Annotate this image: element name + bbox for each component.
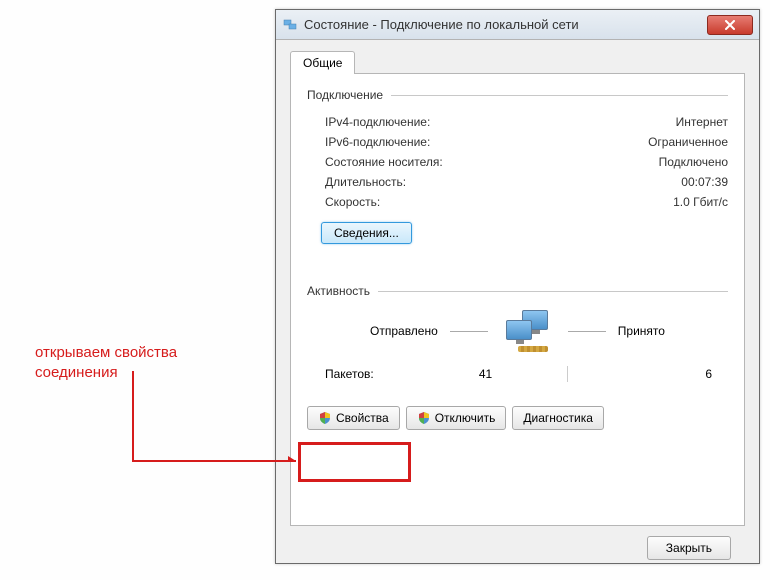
activity-group-title: Активность xyxy=(307,284,378,298)
field-label: Длительность: xyxy=(325,175,406,189)
properties-label: Свойства xyxy=(336,411,389,425)
field-label: Скорость: xyxy=(325,195,380,209)
tab-general[interactable]: Общие xyxy=(290,51,355,74)
field-row: Скорость: 1.0 Гбит/с xyxy=(307,192,728,212)
diagnose-button[interactable]: Диагностика xyxy=(512,406,604,430)
packets-row: Пакетов: 41 6 xyxy=(307,366,728,382)
network-activity-icon xyxy=(500,310,556,352)
close-dialog-button[interactable]: Закрыть xyxy=(647,536,731,560)
field-value: 00:07:39 xyxy=(681,175,728,189)
activity-group: Активность Отправлено Принято Пакетов: xyxy=(307,284,728,382)
network-icon xyxy=(282,17,298,33)
disable-label: Отключить xyxy=(435,411,496,425)
divider xyxy=(568,331,606,332)
tab-content: Подключение IPv4-подключение: Интернет I… xyxy=(290,74,745,526)
properties-button[interactable]: Свойства xyxy=(307,406,400,430)
dialog-footer: Закрыть xyxy=(290,526,745,570)
details-button[interactable]: Сведения... xyxy=(321,222,412,244)
field-label: Состояние носителя: xyxy=(325,155,443,169)
annotation-line2: соединения xyxy=(35,363,177,383)
dialog-body: Общие Подключение IPv4-подключение: Инте… xyxy=(276,40,759,580)
field-value: Ограниченное xyxy=(648,135,728,149)
received-label: Принято xyxy=(618,324,665,338)
annotation-text: открываем свойства соединения xyxy=(35,343,177,382)
shield-icon xyxy=(417,411,431,425)
titlebar[interactable]: Состояние - Подключение по локальной сет… xyxy=(276,10,759,40)
connection-group-title: Подключение xyxy=(307,88,391,102)
field-label: IPv6-подключение: xyxy=(325,135,430,149)
diagnose-label: Диагностика xyxy=(523,411,593,425)
field-value: Подключено xyxy=(659,155,728,169)
shield-icon xyxy=(318,411,332,425)
divider xyxy=(450,331,488,332)
annotation-line1: открываем свойства xyxy=(35,343,177,363)
divider xyxy=(378,291,728,292)
field-value: 1.0 Гбит/с xyxy=(673,195,728,209)
status-dialog: Состояние - Подключение по локальной сет… xyxy=(275,9,760,564)
sent-label: Отправлено xyxy=(370,324,438,338)
field-row: IPv6-подключение: Ограниченное xyxy=(307,132,728,152)
divider xyxy=(391,95,728,96)
tabstrip: Общие xyxy=(290,50,745,74)
packets-sent: 41 xyxy=(374,367,548,381)
field-row: Состояние носителя: Подключено xyxy=(307,152,728,172)
field-value: Интернет xyxy=(676,115,728,129)
field-row: Длительность: 00:07:39 xyxy=(307,172,728,192)
packets-received: 6 xyxy=(588,367,728,381)
field-row: IPv4-подключение: Интернет xyxy=(307,112,728,132)
divider xyxy=(567,366,568,382)
close-button[interactable] xyxy=(707,15,753,35)
window-title: Состояние - Подключение по локальной сет… xyxy=(304,17,707,32)
close-label: Закрыть xyxy=(666,541,712,555)
field-label: IPv4-подключение: xyxy=(325,115,430,129)
connection-group: Подключение IPv4-подключение: Интернет I… xyxy=(307,88,728,244)
action-buttons: Свойства Отключить Диагностика xyxy=(307,406,728,430)
disable-button[interactable]: Отключить xyxy=(406,406,507,430)
activity-row: Отправлено Принято xyxy=(307,310,728,352)
packets-label: Пакетов: xyxy=(325,367,374,381)
